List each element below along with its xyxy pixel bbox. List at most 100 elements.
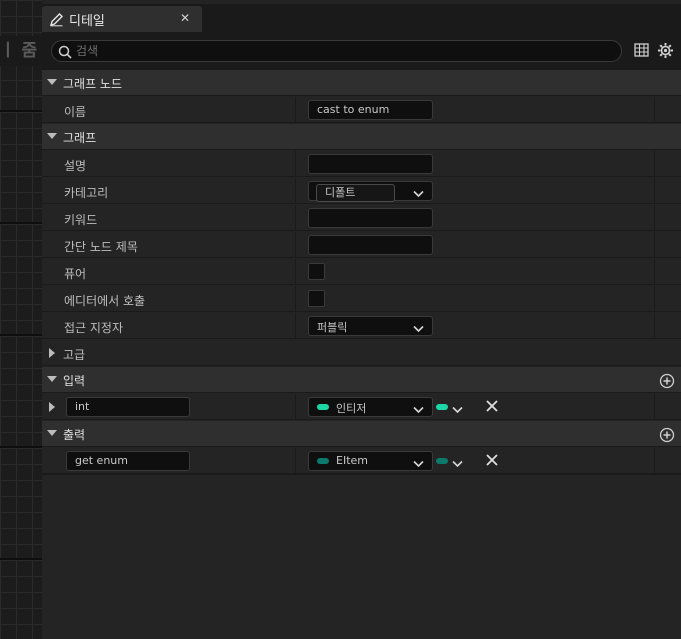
input-type-label: 인티저 <box>336 402 367 415</box>
add-output-button[interactable] <box>659 427 675 446</box>
column-divider[interactable] <box>295 286 296 312</box>
column-divider <box>654 151 655 177</box>
tab-details[interactable]: 디테일 ✕ <box>42 6 202 32</box>
property-row-call-in-editor: 에디터에서 호출 <box>42 286 681 312</box>
graph-grid-line <box>0 558 42 560</box>
expand-arrow-icon[interactable] <box>49 402 55 412</box>
category-combo[interactable]: 디폴트 <box>308 181 433 202</box>
description-field[interactable] <box>308 154 433 174</box>
column-divider[interactable] <box>295 97 296 123</box>
property-label: 설명 <box>64 159 87 173</box>
remove-input-button[interactable] <box>485 399 499 416</box>
property-label: 이름 <box>64 105 87 119</box>
tab-bar-strip <box>42 0 681 4</box>
graph-zoom-label: ㅣ 줌 <box>0 36 42 66</box>
type-pin-icon <box>317 404 329 410</box>
property-row-access-specifier: 접근 지정자 퍼블릭 <box>42 313 681 339</box>
panel-divider <box>42 474 681 475</box>
column-divider <box>654 97 655 123</box>
category-label: 입력 <box>63 374 86 388</box>
remove-output-button[interactable] <box>485 453 499 470</box>
param-arrow-wrap <box>42 394 62 420</box>
expand-arrow-icon[interactable] <box>47 430 57 436</box>
column-divider[interactable] <box>295 232 296 258</box>
column-divider[interactable] <box>295 448 296 474</box>
chevron-down-icon <box>413 457 424 471</box>
property-label: 에디터에서 호출 <box>64 294 146 308</box>
column-divider <box>654 313 655 339</box>
graph-grid-line <box>0 110 42 112</box>
property-label: 퓨어 <box>64 267 87 281</box>
access-specifier-label: 퍼블릭 <box>317 321 348 334</box>
column-divider[interactable] <box>295 394 296 420</box>
column-divider[interactable] <box>295 151 296 177</box>
category-inputs[interactable]: 입력 <box>42 367 681 393</box>
search-icon <box>58 45 72 62</box>
add-input-button[interactable] <box>659 373 675 392</box>
property-row-description: 설명 <box>42 151 681 177</box>
category-graph-node[interactable]: 그래프 노드 <box>42 70 681 96</box>
property-label: 간단 노드 제목 <box>64 240 138 254</box>
column-divider <box>654 205 655 231</box>
details-panel: 그래프 노드 이름 cast to enum 그래프 설명 카테고리 디폴트 키… <box>42 32 681 639</box>
close-icon[interactable]: ✕ <box>180 11 190 25</box>
property-label: 카테고리 <box>64 186 109 200</box>
chevron-down-icon[interactable] <box>452 457 463 471</box>
property-label: 접근 지정자 <box>64 321 124 335</box>
graph-grid-line <box>0 446 42 448</box>
advanced-row[interactable]: 고급 <box>42 340 681 366</box>
expand-arrow-icon[interactable] <box>47 133 57 139</box>
property-row-compact-title: 간단 노드 제목 <box>42 232 681 258</box>
advanced-arrow-wrap <box>42 340 62 366</box>
category-combo-label: 디폴트 <box>325 186 356 199</box>
access-specifier-combo[interactable]: 퍼블릭 <box>308 316 433 336</box>
property-row-category: 카테고리 디폴트 <box>42 178 681 204</box>
output-name-field[interactable]: get enum <box>66 451 190 471</box>
expand-arrow-icon[interactable] <box>47 376 57 382</box>
search-row <box>42 32 681 70</box>
container-type-pin-icon[interactable] <box>436 404 448 410</box>
compact-title-field[interactable] <box>308 235 433 255</box>
search-input[interactable] <box>76 44 621 58</box>
gear-icon[interactable] <box>657 42 673 58</box>
property-row-name: 이름 cast to enum <box>42 97 681 123</box>
expand-arrow-icon[interactable] <box>49 348 55 358</box>
column-divider <box>654 286 655 312</box>
category-label: 그래프 <box>63 131 97 145</box>
chevron-down-icon <box>413 403 424 417</box>
pencil-icon <box>48 11 64 27</box>
column-divider[interactable] <box>295 313 296 339</box>
input-name-field[interactable]: int <box>66 397 190 417</box>
property-row-keywords: 키워드 <box>42 205 681 231</box>
search-box[interactable] <box>51 40 622 62</box>
call-in-editor-checkbox[interactable] <box>308 290 325 307</box>
category-label: 출력 <box>63 428 86 442</box>
tab-bar: 디테일 ✕ <box>42 0 681 32</box>
graph-grid-line <box>0 222 42 224</box>
category-label: 그래프 노드 <box>63 77 123 91</box>
column-divider <box>654 178 655 204</box>
table-view-icon[interactable] <box>634 43 650 59</box>
chevron-down-icon <box>413 187 424 201</box>
column-divider <box>654 394 655 420</box>
column-divider[interactable] <box>295 259 296 285</box>
property-row-pure: 퓨어 <box>42 259 681 285</box>
column-divider[interactable] <box>295 178 296 204</box>
column-divider[interactable] <box>295 205 296 231</box>
input-type-combo[interactable]: 인티저 <box>308 397 433 417</box>
chevron-down-icon[interactable] <box>452 403 463 417</box>
keywords-field[interactable] <box>308 208 433 228</box>
pure-checkbox[interactable] <box>308 263 325 280</box>
output-type-combo[interactable]: EItem <box>308 451 433 471</box>
chevron-down-icon <box>413 322 424 336</box>
category-graph[interactable]: 그래프 <box>42 124 681 150</box>
column-divider <box>654 448 655 474</box>
column-divider <box>654 259 655 285</box>
category-outputs[interactable]: 출력 <box>42 421 681 447</box>
name-field[interactable]: cast to enum <box>308 100 433 120</box>
graph-canvas[interactable] <box>0 0 42 639</box>
container-type-pin-icon[interactable] <box>436 458 448 464</box>
tab-label: 디테일 <box>69 13 105 29</box>
output-param-row: get enum EItem <box>42 448 681 474</box>
expand-arrow-icon[interactable] <box>47 79 57 85</box>
